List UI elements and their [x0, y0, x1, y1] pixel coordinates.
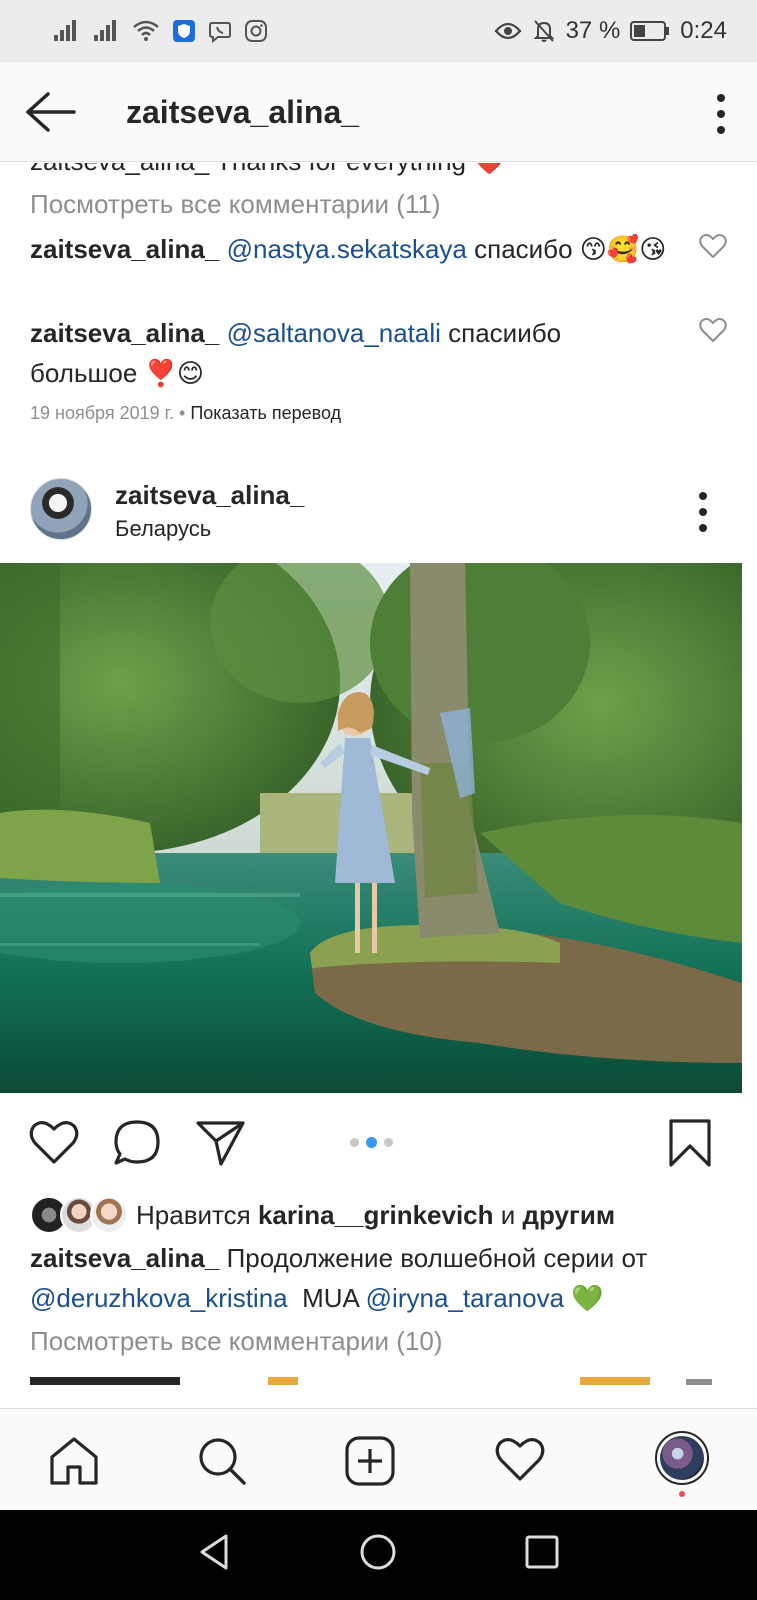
top-app-bar: zaitseva_alina_	[0, 62, 757, 162]
liker-avatars	[30, 1196, 128, 1234]
post-author-avatar[interactable]	[30, 478, 92, 540]
caption-mid: MUA	[287, 1283, 366, 1313]
back-arrow-icon[interactable]	[22, 90, 78, 134]
post-header: zaitseva_alina_ Беларусь	[0, 468, 757, 558]
view-all-comments-link[interactable]: Посмотреть все комментарии (11)	[30, 189, 441, 220]
activity-heart-icon[interactable]	[494, 1435, 546, 1483]
bookmark-icon[interactable]	[668, 1118, 712, 1168]
status-icons-right: 37 % 0:24	[494, 17, 727, 45]
feed-scroll-area[interactable]: zaitseva_alina_ Thanks for everything ❤️…	[0, 163, 757, 1408]
likes-summary[interactable]: Нравится karina__grinkevich и другим	[30, 1193, 615, 1237]
shield-app-icon	[173, 20, 195, 42]
system-home-icon[interactable]	[358, 1532, 398, 1572]
caption-text: Продолжение волшебной серии от	[219, 1243, 648, 1273]
battery-icon	[630, 21, 670, 41]
comment-like-heart-icon[interactable]	[699, 317, 727, 343]
carousel-dot	[384, 1138, 393, 1147]
carousel-indicator	[350, 1137, 393, 1148]
post-caption: zaitseva_alina_ Продолжение волшебной се…	[30, 1238, 730, 1318]
comment-icon[interactable]	[112, 1118, 162, 1168]
likes-others[interactable]: другим	[523, 1200, 616, 1231]
like-heart-icon[interactable]	[28, 1118, 80, 1166]
post-author-username[interactable]: zaitseva_alina_	[115, 480, 304, 511]
bottom-navigation	[0, 1408, 757, 1510]
battery-percent: 37 %	[565, 17, 621, 44]
comment-text: спасибо 😙🥰😘	[466, 234, 667, 264]
comment-like-heart-icon[interactable]	[699, 233, 727, 259]
post-location[interactable]: Беларусь	[115, 516, 211, 542]
caption-emoji: 💚	[564, 1283, 604, 1313]
status-icons-left	[52, 19, 268, 43]
eye-icon	[494, 22, 522, 40]
signal-icon-2	[94, 20, 116, 41]
post-meta-line: 19 ноября 2019 г. • Показать перевод	[30, 403, 341, 424]
carousel-dot	[350, 1138, 359, 1147]
add-post-icon[interactable]	[344, 1435, 396, 1487]
likes-user[interactable]: karina__grinkevich	[258, 1200, 494, 1231]
meta-separator: •	[174, 403, 191, 423]
post-date: 19 ноября 2019 г.	[30, 403, 174, 423]
viber-icon	[209, 22, 231, 43]
comment-username[interactable]: zaitseva_alina_	[30, 318, 219, 348]
clock: 0:24	[680, 17, 727, 44]
share-icon[interactable]	[195, 1118, 247, 1168]
post-more-options-icon[interactable]	[693, 490, 713, 534]
carousel-dot-active	[366, 1137, 377, 1148]
search-icon[interactable]	[196, 1435, 248, 1487]
caption-mention[interactable]: @iryna_taranova	[366, 1283, 564, 1313]
page-title: zaitseva_alina_	[126, 94, 360, 130]
caption-username[interactable]: zaitseva_alina_	[30, 1243, 219, 1273]
post-photo[interactable]	[0, 563, 742, 1093]
mute-bell-icon	[533, 20, 554, 42]
system-navigation-bar	[0, 1510, 757, 1600]
status-bar: 37 % 0:24	[0, 0, 757, 62]
wifi-icon	[133, 20, 159, 41]
view-all-comments-link[interactable]: Посмотреть все комментарии (10)	[30, 1326, 443, 1357]
clipped-comment: zaitseva_alina_ Thanks for everything ❤️	[30, 163, 670, 181]
show-translation-link[interactable]: Показать перевод	[190, 403, 341, 423]
instagram-status-icon	[245, 20, 267, 42]
liker-avatar	[90, 1196, 128, 1234]
comment-item: zaitseva_alina_ @nastya.sekatskaya спаси…	[30, 229, 670, 269]
comment-username[interactable]: zaitseva_alina_	[30, 234, 219, 264]
system-back-icon[interactable]	[196, 1532, 232, 1572]
comment-mention[interactable]: @nastya.sekatskaya	[227, 234, 467, 264]
clipped-comment-preview	[30, 1377, 712, 1385]
system-recents-icon[interactable]	[524, 1532, 560, 1572]
comment-item: zaitseva_alina_ @saltanova_natali спасии…	[30, 313, 670, 393]
more-options-icon[interactable]	[711, 92, 731, 136]
comment-mention[interactable]: @saltanova_natali	[227, 318, 441, 348]
home-icon[interactable]	[48, 1435, 100, 1487]
signal-icon	[54, 20, 76, 41]
profile-avatar-image	[660, 1436, 704, 1480]
likes-mid: и	[493, 1199, 523, 1230]
profile-tab-avatar[interactable]	[655, 1431, 709, 1485]
notification-dot	[679, 1491, 685, 1497]
likes-prefix: Нравится	[136, 1199, 258, 1230]
post-action-bar	[0, 1108, 757, 1178]
caption-mention[interactable]: @deruzhkova_kristina	[30, 1283, 288, 1313]
